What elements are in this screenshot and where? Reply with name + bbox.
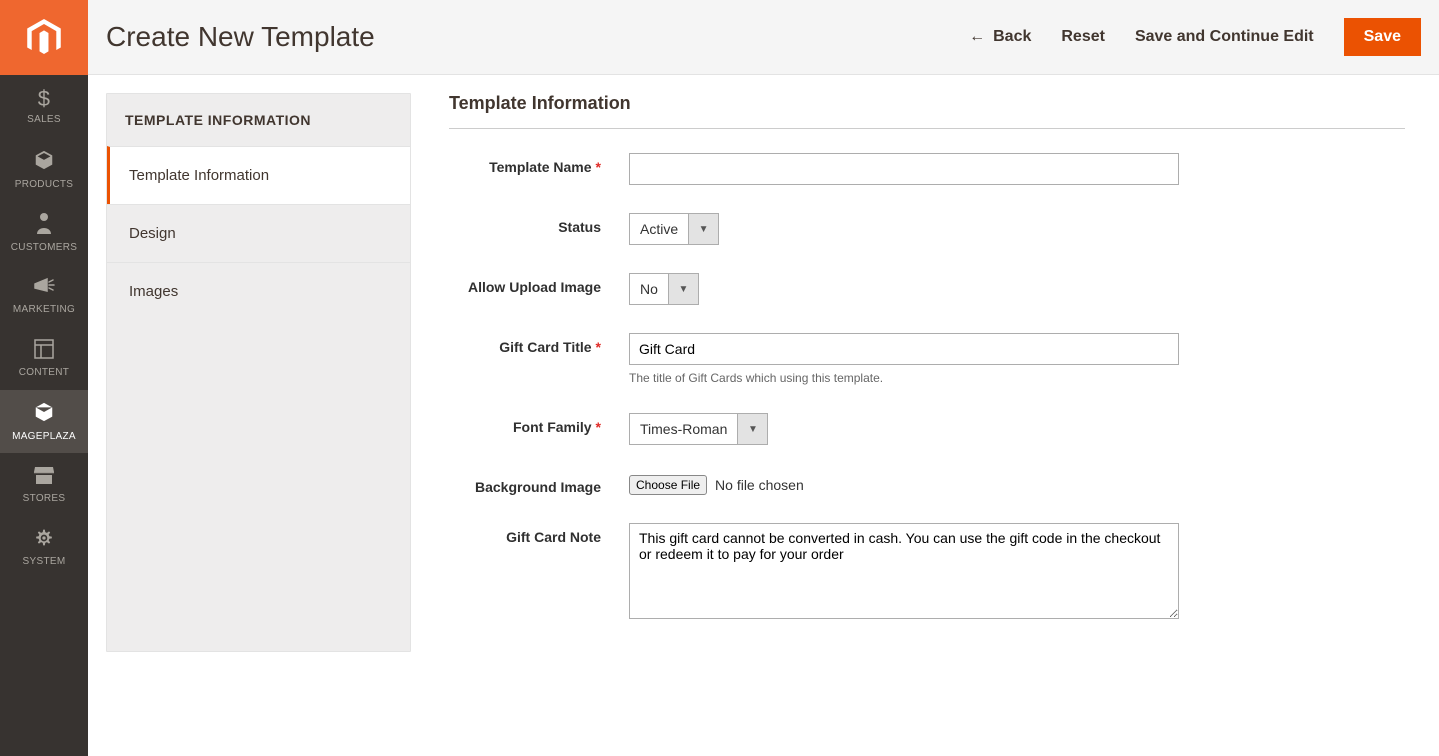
label-gift-card-note: Gift Card Note	[449, 523, 629, 545]
arrow-left-icon: ←	[969, 28, 985, 46]
nav-sales[interactable]: $ SALES	[0, 75, 88, 138]
store-icon	[33, 465, 55, 489]
form-area: Template Information Template Name* Stat…	[449, 93, 1405, 652]
magento-logo-icon	[27, 19, 61, 57]
nav-system[interactable]: SYSTEM	[0, 516, 88, 579]
nav-customers[interactable]: CUSTOMERS	[0, 201, 88, 264]
tab-images[interactable]: Images	[107, 262, 410, 320]
back-button[interactable]: ← Back	[969, 28, 1031, 46]
save-continue-button[interactable]: Save and Continue Edit	[1135, 28, 1314, 46]
textarea-gift-card-note[interactable]	[629, 523, 1179, 619]
label-allow-upload: Allow Upload Image	[449, 273, 629, 295]
dollar-icon: $	[38, 88, 51, 110]
tab-design[interactable]: Design	[107, 204, 410, 262]
section-title: Template Information	[449, 93, 1405, 129]
file-chosen-text: No file chosen	[715, 477, 804, 493]
nav-content[interactable]: CONTENT	[0, 327, 88, 390]
page-title: Create New Template	[106, 21, 375, 53]
choose-file-button[interactable]: Choose File	[629, 475, 707, 495]
label-font-family: Font Family*	[449, 413, 629, 435]
input-template-name[interactable]	[629, 153, 1179, 185]
nav-mageplaza[interactable]: MAGEPLAZA	[0, 390, 88, 453]
package-icon	[33, 401, 55, 427]
gear-icon	[34, 528, 54, 552]
save-button[interactable]: Save	[1344, 18, 1421, 56]
select-allow-upload[interactable]: No ▼	[629, 273, 699, 305]
nav-stores[interactable]: STORES	[0, 453, 88, 516]
megaphone-icon	[33, 276, 55, 300]
admin-sidebar: $ SALES PRODUCTS CUSTOMERS MARKETING CON…	[0, 0, 88, 756]
label-status: Status	[449, 213, 629, 235]
page-header: Create New Template ← Back Reset Save an…	[88, 0, 1439, 75]
hint-gift-card-title: The title of Gift Cards which using this…	[629, 371, 1189, 385]
nav-marketing[interactable]: MARKETING	[0, 264, 88, 327]
label-background-image: Background Image	[449, 473, 629, 495]
reset-button[interactable]: Reset	[1061, 28, 1105, 46]
label-template-name: Template Name*	[449, 153, 629, 175]
select-font-family[interactable]: Times-Roman ▼	[629, 413, 768, 445]
label-gift-card-title: Gift Card Title*	[449, 333, 629, 355]
layout-icon	[34, 339, 54, 363]
logo[interactable]	[0, 0, 88, 75]
chevron-down-icon: ▼	[688, 214, 718, 244]
chevron-down-icon: ▼	[737, 414, 767, 444]
nav-products[interactable]: PRODUCTS	[0, 138, 88, 201]
tabs-header: TEMPLATE INFORMATION	[107, 94, 410, 146]
select-status[interactable]: Active ▼	[629, 213, 719, 245]
cube-icon	[33, 149, 55, 175]
person-icon	[35, 212, 53, 238]
header-actions: ← Back Reset Save and Continue Edit Save	[969, 18, 1421, 56]
input-gift-card-title[interactable]	[629, 333, 1179, 365]
tabs-panel: TEMPLATE INFORMATION Template Informatio…	[106, 93, 411, 652]
chevron-down-icon: ▼	[668, 274, 698, 304]
tab-template-information[interactable]: Template Information	[107, 146, 410, 204]
